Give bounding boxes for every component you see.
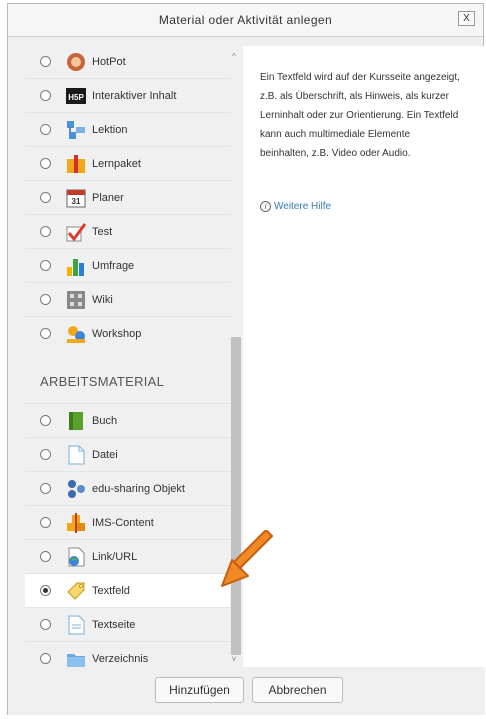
- more-help-label[interactable]: Weitere Hilfe: [274, 201, 331, 212]
- radio-button[interactable]: [40, 653, 51, 664]
- folder-icon: [67, 653, 85, 667]
- module-option-buch[interactable]: Buch: [25, 403, 230, 437]
- h5p-icon: H5P: [66, 87, 86, 104]
- module-option-textfeld[interactable]: Textfeld: [25, 573, 230, 607]
- radio-button-checked[interactable]: [40, 585, 51, 596]
- radio-button[interactable]: [40, 192, 51, 203]
- svg-text:31: 31: [72, 197, 81, 206]
- module-option-umfrage[interactable]: Umfrage: [25, 248, 230, 282]
- module-label: Workshop: [92, 327, 142, 340]
- module-description-panel: Ein Textfeld wird auf der Kursseite ange…: [243, 46, 486, 667]
- radio-button[interactable]: [40, 56, 51, 67]
- link-url-icon: [68, 547, 85, 566]
- radio-button[interactable]: [40, 158, 51, 169]
- module-option-hotpot[interactable]: HotPot: [25, 46, 230, 78]
- module-list[interactable]: HotPot H5P Interaktiver Inhalt Lektion L…: [25, 46, 242, 667]
- file-icon: [68, 445, 85, 464]
- module-label: Buch: [92, 414, 118, 427]
- module-option-lektion[interactable]: Lektion: [25, 112, 230, 146]
- wiki-icon: [67, 290, 85, 309]
- module-option-test[interactable]: Test: [25, 214, 230, 248]
- module-label: Planer: [92, 191, 124, 204]
- calendar-planner-icon: 31: [66, 189, 86, 207]
- radio-button[interactable]: [40, 226, 51, 237]
- info-icon: i: [260, 201, 271, 212]
- module-label: Test: [92, 225, 113, 238]
- module-label: Textfeld: [92, 584, 130, 597]
- module-label: IMS-Content: [92, 516, 154, 529]
- scroll-down-icon[interactable]: v: [232, 654, 236, 663]
- module-label: Verzeichnis: [92, 652, 149, 665]
- radio-button[interactable]: [40, 415, 51, 426]
- module-label: Wiki: [92, 293, 113, 306]
- module-label: Datei: [92, 448, 118, 461]
- module-label: Lernpaket: [92, 157, 141, 170]
- scrollbar-thumb[interactable]: [231, 337, 241, 655]
- module-option-planer[interactable]: 31 Planer: [25, 180, 230, 214]
- radio-button[interactable]: [40, 90, 51, 101]
- radio-button[interactable]: [40, 294, 51, 305]
- module-label: Link/URL: [92, 550, 138, 563]
- highlight-arrow-icon: [221, 530, 273, 587]
- edu-sharing-icon: [68, 479, 85, 498]
- more-help-link[interactable]: i Weitere Hilfe: [260, 201, 331, 212]
- quiz-checkmark-icon: [66, 222, 87, 241]
- module-label: Umfrage: [92, 259, 135, 272]
- module-label: Interaktiver Inhalt: [92, 89, 177, 102]
- module-option-lernpaket[interactable]: Lernpaket: [25, 146, 230, 180]
- scroll-up-icon[interactable]: ^: [232, 52, 236, 61]
- survey-chart-icon: [67, 258, 84, 276]
- dialog-title: Material oder Aktivität anlegen: [158, 13, 333, 27]
- radio-button[interactable]: [40, 449, 51, 460]
- module-label: edu-sharing Objekt: [92, 482, 185, 495]
- hotpot-icon: [67, 52, 85, 71]
- module-option-textseite[interactable]: Textseite: [25, 607, 230, 641]
- module-option-edu-sharing[interactable]: edu-sharing Objekt: [25, 471, 230, 505]
- dialog-titlebar: Material oder Aktivität anlegen X: [8, 4, 483, 37]
- module-option-workshop[interactable]: Workshop: [25, 316, 230, 350]
- book-icon: [69, 411, 83, 430]
- module-option-wiki[interactable]: Wiki: [25, 282, 230, 316]
- scorm-package-icon: [67, 154, 85, 173]
- workshop-icon: [67, 325, 85, 343]
- radio-button[interactable]: [40, 124, 51, 135]
- module-option-link-url[interactable]: Link/URL: [25, 539, 230, 573]
- radio-button[interactable]: [40, 517, 51, 528]
- dialog-footer: Hinzufügen Abbrechen: [8, 667, 485, 715]
- radio-button[interactable]: [40, 483, 51, 494]
- radio-button[interactable]: [40, 328, 51, 339]
- add-button[interactable]: Hinzufügen: [155, 677, 244, 703]
- close-button[interactable]: X: [458, 11, 475, 26]
- module-option-ims-content[interactable]: IMS-Content: [25, 505, 230, 539]
- module-label: HotPot: [92, 55, 126, 68]
- module-label: Textseite: [92, 618, 136, 631]
- radio-button[interactable]: [40, 619, 51, 630]
- radio-button[interactable]: [40, 551, 51, 562]
- label-tag-icon: [67, 582, 85, 600]
- page-icon: [68, 615, 85, 634]
- module-option-verzeichnis[interactable]: Verzeichnis: [25, 641, 230, 667]
- add-activity-dialog: Material oder Aktivität anlegen X HotPot…: [7, 3, 486, 715]
- lesson-icon: [67, 120, 85, 139]
- svg-text:H5P: H5P: [68, 93, 84, 102]
- section-heading-arbeitsmaterial: ARBEITSMATERIAL: [40, 374, 165, 389]
- ims-content-icon: [67, 512, 85, 533]
- radio-button[interactable]: [40, 260, 51, 271]
- cancel-button[interactable]: Abbrechen: [252, 677, 343, 703]
- module-option-interaktiver-inhalt[interactable]: H5P Interaktiver Inhalt: [25, 78, 230, 112]
- module-option-datei[interactable]: Datei: [25, 437, 230, 471]
- module-label: Lektion: [92, 123, 128, 136]
- module-description: Ein Textfeld wird auf der Kursseite ange…: [260, 72, 460, 159]
